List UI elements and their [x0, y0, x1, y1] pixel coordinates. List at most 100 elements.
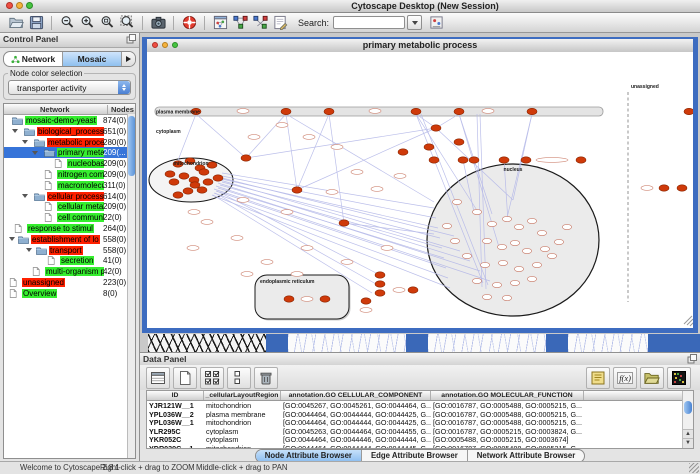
- tree-row-cellular-metabo[interactable]: cellular metabo209(0): [4, 201, 135, 212]
- zoom-out-button[interactable]: [57, 14, 77, 31]
- network-leaf-icon: [44, 202, 52, 211]
- status-pan-hint: Middle-click + drag to PAN: [196, 463, 288, 472]
- background-window[interactable]: [648, 334, 700, 352]
- tree-row-overview[interactable]: Overview8(0): [4, 288, 135, 299]
- zoom-selected-button[interactable]: [117, 14, 137, 31]
- layout-nodes-button[interactable]: [230, 14, 250, 31]
- help-button[interactable]: [179, 14, 199, 31]
- svg-text:cytoplasm: cytoplasm: [156, 129, 181, 135]
- scroll-down-icon[interactable]: ▼: [683, 438, 693, 448]
- network-window-title: primary metabolic process: [147, 40, 693, 50]
- tree-scrollbar-thumb[interactable]: [128, 116, 135, 176]
- mdi-desktop: primary metabolic process plasma membran…: [140, 33, 700, 462]
- unselect-attributes-button[interactable]: [227, 367, 251, 389]
- tree-row-cellular-process[interactable]: cellular process614(0): [4, 191, 135, 202]
- tree-row-label: transport: [49, 246, 83, 255]
- background-window[interactable]: [406, 334, 428, 352]
- close-button[interactable]: [6, 2, 13, 9]
- background-window[interactable]: [148, 334, 266, 352]
- tree-header[interactable]: Network Nodes: [4, 104, 135, 115]
- attribute-table-header[interactable]: ID_cellularLayoutRegionannotation.GO CEL…: [147, 391, 693, 401]
- column-header[interactable]: _cellularLayoutRegion: [204, 391, 281, 400]
- tree-row-secretion[interactable]: secretion41(0): [4, 255, 135, 266]
- layout-edges-button[interactable]: [250, 14, 270, 31]
- folder-icon: [12, 116, 23, 125]
- background-window[interactable]: [288, 334, 406, 352]
- maximize-button[interactable]: [26, 2, 33, 9]
- disclosure-triangle-icon[interactable]: [12, 129, 18, 133]
- tree-row-cell-communicat[interactable]: cell communicat22(0): [4, 212, 135, 223]
- tab-mosaic[interactable]: Mosaic: [63, 52, 122, 66]
- table-row[interactable]: YLR295Ccytoplasm[GO:0045263, GO:0044464,…: [147, 427, 693, 436]
- tree-row-establishment-of-lo[interactable]: establishment of lo558(0): [4, 234, 135, 245]
- search-dropdown-button[interactable]: [407, 15, 422, 30]
- table-row[interactable]: YPL036W__1mitochondrion[GO:0044464, GO:0…: [147, 418, 693, 427]
- disclosure-triangle-icon[interactable]: [26, 248, 32, 252]
- attribute-matrix-button[interactable]: [667, 367, 691, 389]
- tree-row-response-to-stimul[interactable]: response to stimul264(0): [4, 223, 135, 234]
- open-file-button[interactable]: [6, 14, 26, 31]
- dropdown-stepper-icon: [118, 81, 130, 94]
- main-toolbar: Search:: [0, 13, 700, 33]
- tree-row-primary-metabo[interactable]: primary metabo209(...: [4, 147, 135, 158]
- disclosure-triangle-icon[interactable]: [9, 237, 15, 241]
- tree-row-biological-process[interactable]: biological_process651(0): [4, 126, 135, 137]
- tab-network[interactable]: Network: [4, 52, 63, 66]
- tree-row-metabolic-process[interactable]: metabolic process280(0): [4, 137, 135, 148]
- network-overview-button[interactable]: [210, 14, 230, 31]
- tree-row-label: macromolecule: [57, 181, 104, 190]
- network-canvas[interactable]: plasma membranecytoplasmmitochondrionnuc…: [147, 52, 693, 328]
- tab-overflow-button[interactable]: [122, 52, 135, 66]
- new-attribute-button[interactable]: [173, 367, 197, 389]
- save-button[interactable]: [26, 14, 46, 31]
- delete-attribute-button[interactable]: [254, 367, 278, 389]
- tree-row-mosaic-demo-yeast[interactable]: mosaic-demo-yeast874(0): [4, 115, 135, 126]
- background-window[interactable]: [546, 334, 568, 352]
- tree-row-nitrogen-compo[interactable]: nitrogen compo209(0): [4, 169, 135, 180]
- control-panel: Control Panel Network Mosaic Node color …: [0, 33, 140, 462]
- background-window[interactable]: [266, 334, 288, 352]
- tree-row-transport[interactable]: transport558(0): [4, 245, 135, 256]
- annotation-button[interactable]: [270, 14, 290, 31]
- column-header[interactable]: annotation.GO CELLULAR_COMPONENT: [281, 391, 431, 400]
- table-row[interactable]: YKR052Ccytoplasm[GO:0044464, GO:0044446,…: [147, 435, 693, 444]
- table-cell: YLR295C: [147, 427, 204, 436]
- table-row[interactable]: YPL036W__2plasma membrane[GO:0044464, GO…: [147, 410, 693, 419]
- titlebar[interactable]: Cytoscape Desktop (New Session): [0, 0, 700, 13]
- search-input[interactable]: [333, 16, 405, 29]
- undock-icon[interactable]: [687, 354, 697, 364]
- table-row[interactable]: YJR121W__1mitochondrion[GO:0045267, GO:0…: [147, 401, 693, 410]
- background-window[interactable]: [428, 334, 546, 352]
- attribute-table-button[interactable]: [146, 367, 170, 389]
- tree-row-macromolecule[interactable]: macromolecule311(0): [4, 180, 135, 191]
- tree-row-nucleobase-[interactable]: nucleobase-209(0): [4, 158, 135, 169]
- zoom-fit-button[interactable]: [97, 14, 117, 31]
- tree-scrollbar[interactable]: [127, 114, 135, 458]
- tree-header-network: Network: [40, 105, 117, 114]
- svg-text:f(x): f(x): [619, 373, 631, 383]
- tree-row-label: unassigned: [22, 278, 65, 287]
- zoom-in-button[interactable]: [77, 14, 97, 31]
- column-header[interactable]: annotation.GO MOLECULAR_FUNCTION: [431, 391, 584, 400]
- disclosure-triangle-icon[interactable]: [22, 140, 28, 144]
- attribute-notes-button[interactable]: [586, 367, 610, 389]
- undock-icon[interactable]: [126, 34, 136, 44]
- network-window-titlebar[interactable]: primary metabolic process: [147, 39, 693, 53]
- node-color-dropdown[interactable]: transporter activity: [8, 80, 131, 95]
- column-header[interactable]: ID: [147, 391, 204, 400]
- network-view-window[interactable]: primary metabolic process plasma membran…: [142, 37, 698, 333]
- disclosure-triangle-icon[interactable]: [22, 194, 28, 198]
- snapshot-button[interactable]: [148, 14, 168, 31]
- vizmapper-icon[interactable]: [426, 14, 446, 31]
- table-scrollbar-thumb[interactable]: [684, 401, 692, 414]
- minimize-button[interactable]: [16, 2, 23, 9]
- background-window[interactable]: [568, 334, 648, 352]
- import-attributes-button[interactable]: [640, 367, 664, 389]
- table-scrollbar[interactable]: ▲ ▼: [682, 391, 693, 448]
- tree-row-unassigned[interactable]: unassigned223(0): [4, 277, 135, 288]
- select-attributes-button[interactable]: [200, 367, 224, 389]
- function-builder-button[interactable]: f(x): [613, 367, 637, 389]
- resize-grip[interactable]: [689, 463, 699, 473]
- disclosure-triangle-icon[interactable]: [32, 151, 38, 155]
- tree-row-multi-organism-pro[interactable]: multi-organism pro42(0): [4, 266, 135, 277]
